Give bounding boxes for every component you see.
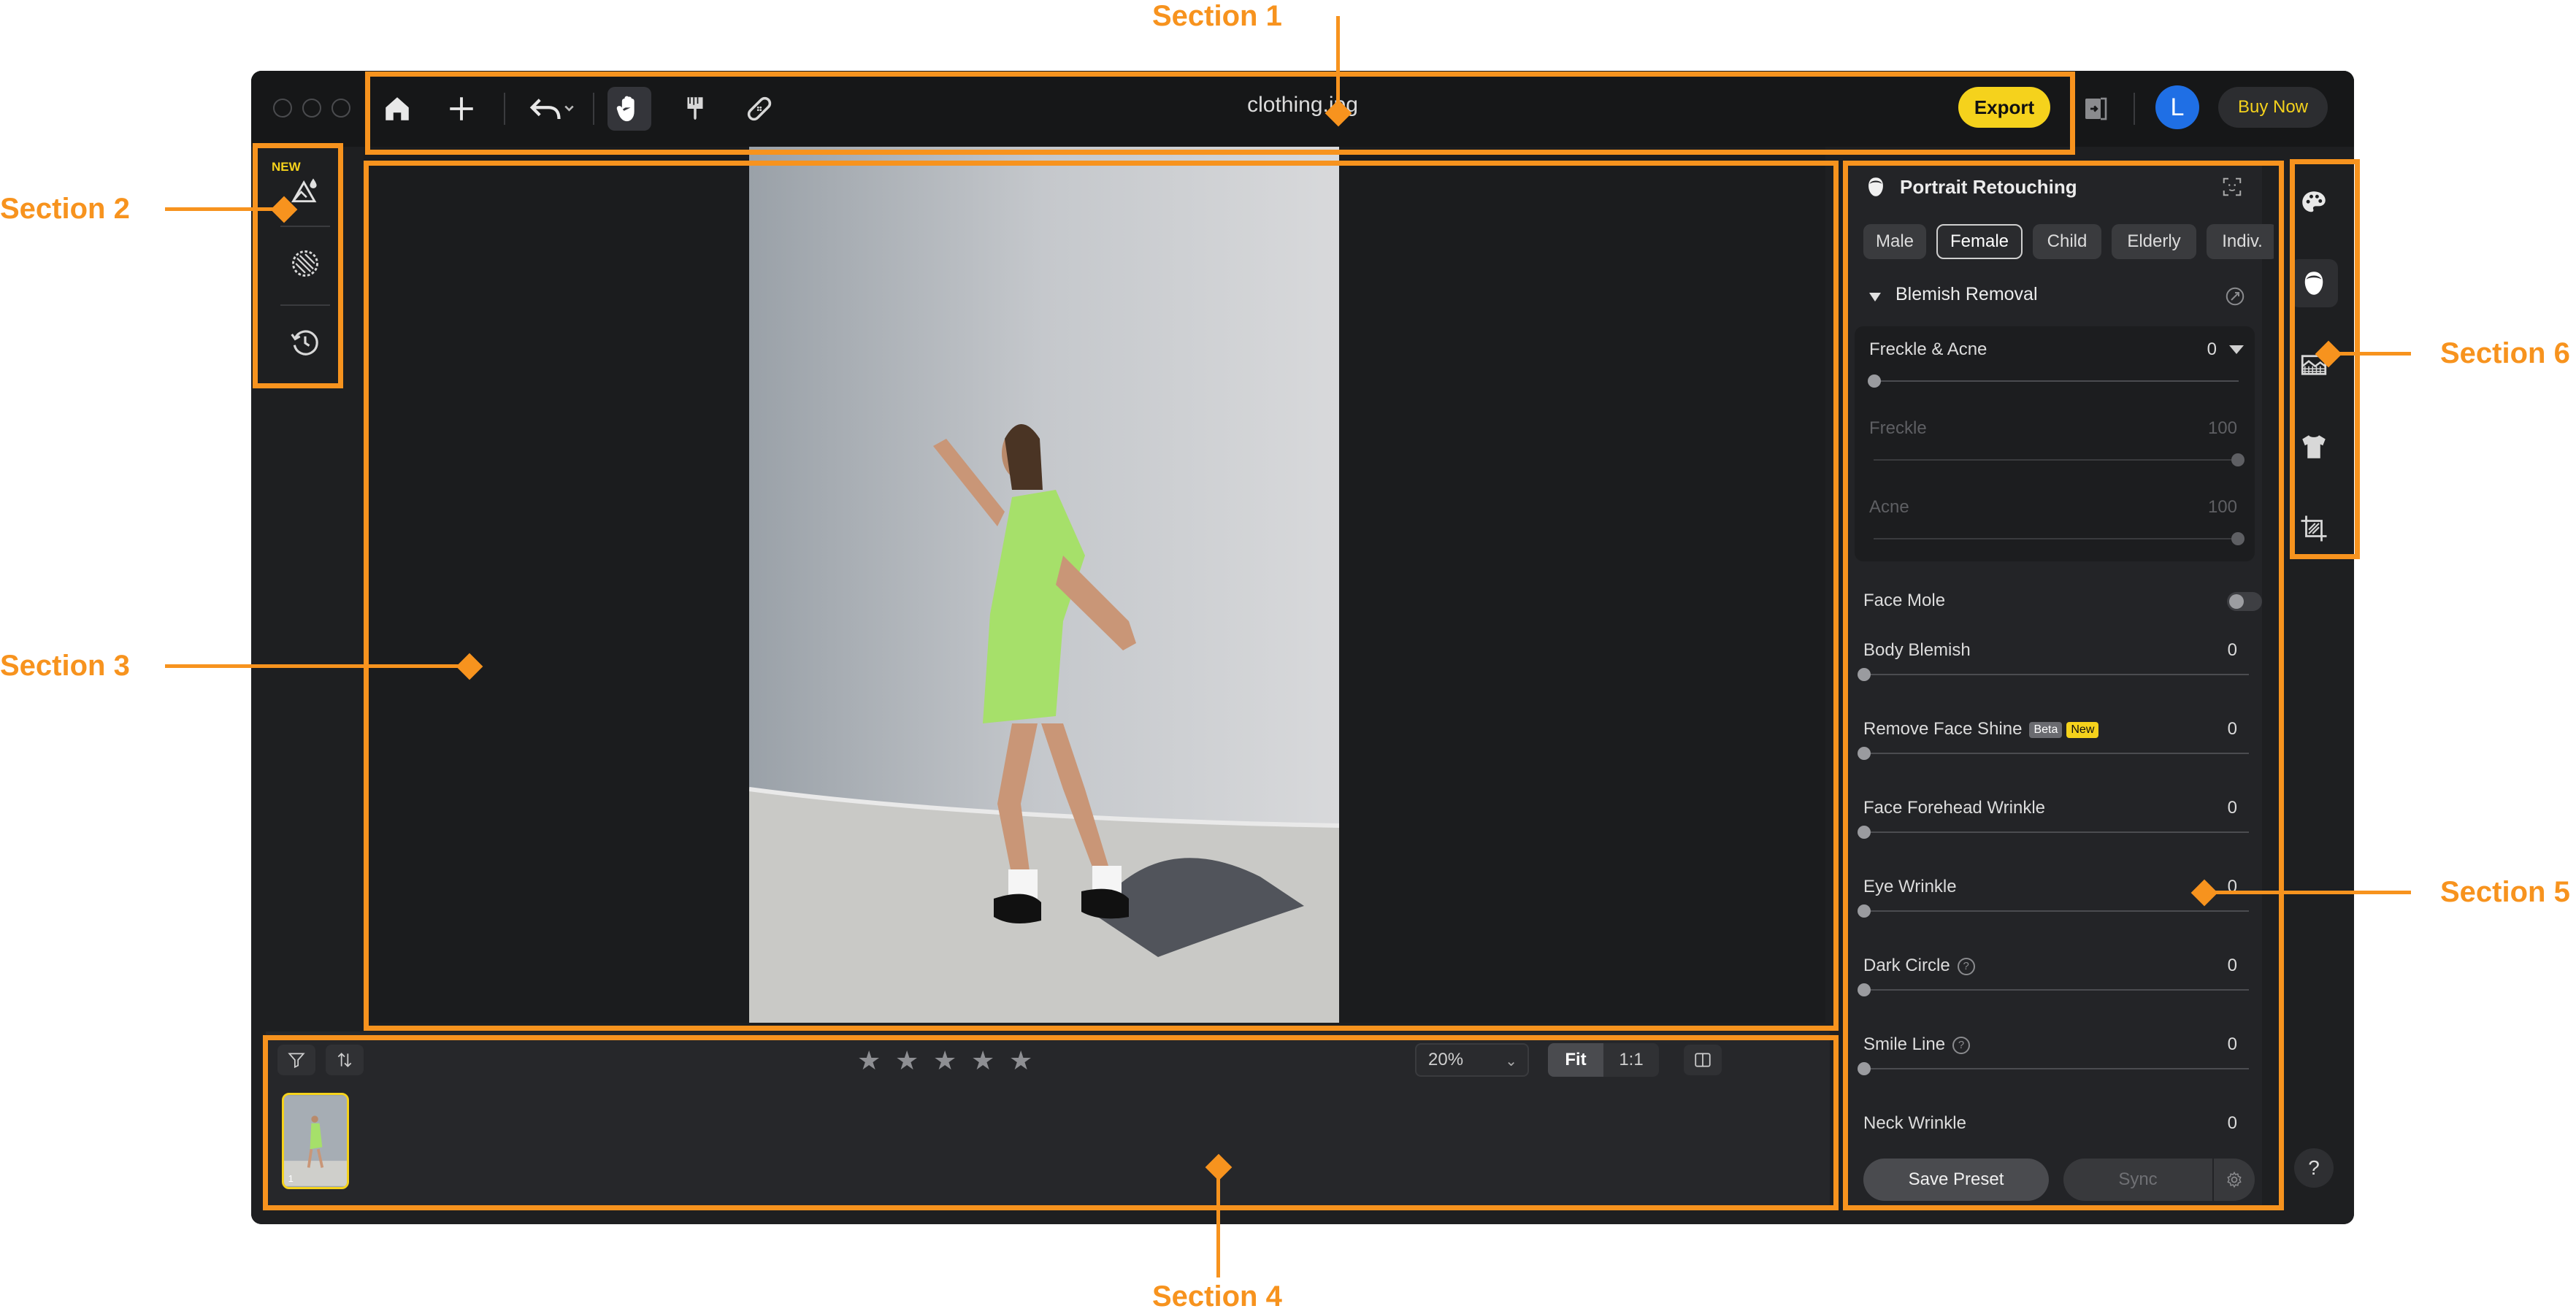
section3-label: Section 3	[0, 650, 130, 682]
section5-leader	[2212, 891, 2411, 894]
section5-label: Section 5	[2440, 876, 2570, 908]
section4-leader	[1216, 1171, 1220, 1278]
section1-label: Section 1	[1152, 0, 1282, 32]
section6-leader	[2337, 352, 2411, 356]
section3-leader	[165, 664, 470, 668]
section4-label: Section 4	[1152, 1280, 1282, 1313]
section1-leader	[1336, 16, 1340, 112]
user-avatar[interactable]: L	[2155, 85, 2199, 129]
section5-box	[1843, 161, 2284, 1210]
buy-now-button[interactable]: Buy Now	[2218, 87, 2328, 128]
section2-box	[253, 143, 343, 388]
section6-label: Section 6	[2440, 337, 2570, 369]
section2-label: Section 2	[0, 193, 130, 225]
help-button[interactable]: ?	[2294, 1148, 2334, 1188]
compare-icon[interactable]	[2074, 87, 2117, 131]
section2-leader	[165, 207, 283, 211]
section1-box	[365, 72, 2075, 155]
section3-box	[364, 161, 1839, 1031]
section4-box	[263, 1035, 1839, 1210]
